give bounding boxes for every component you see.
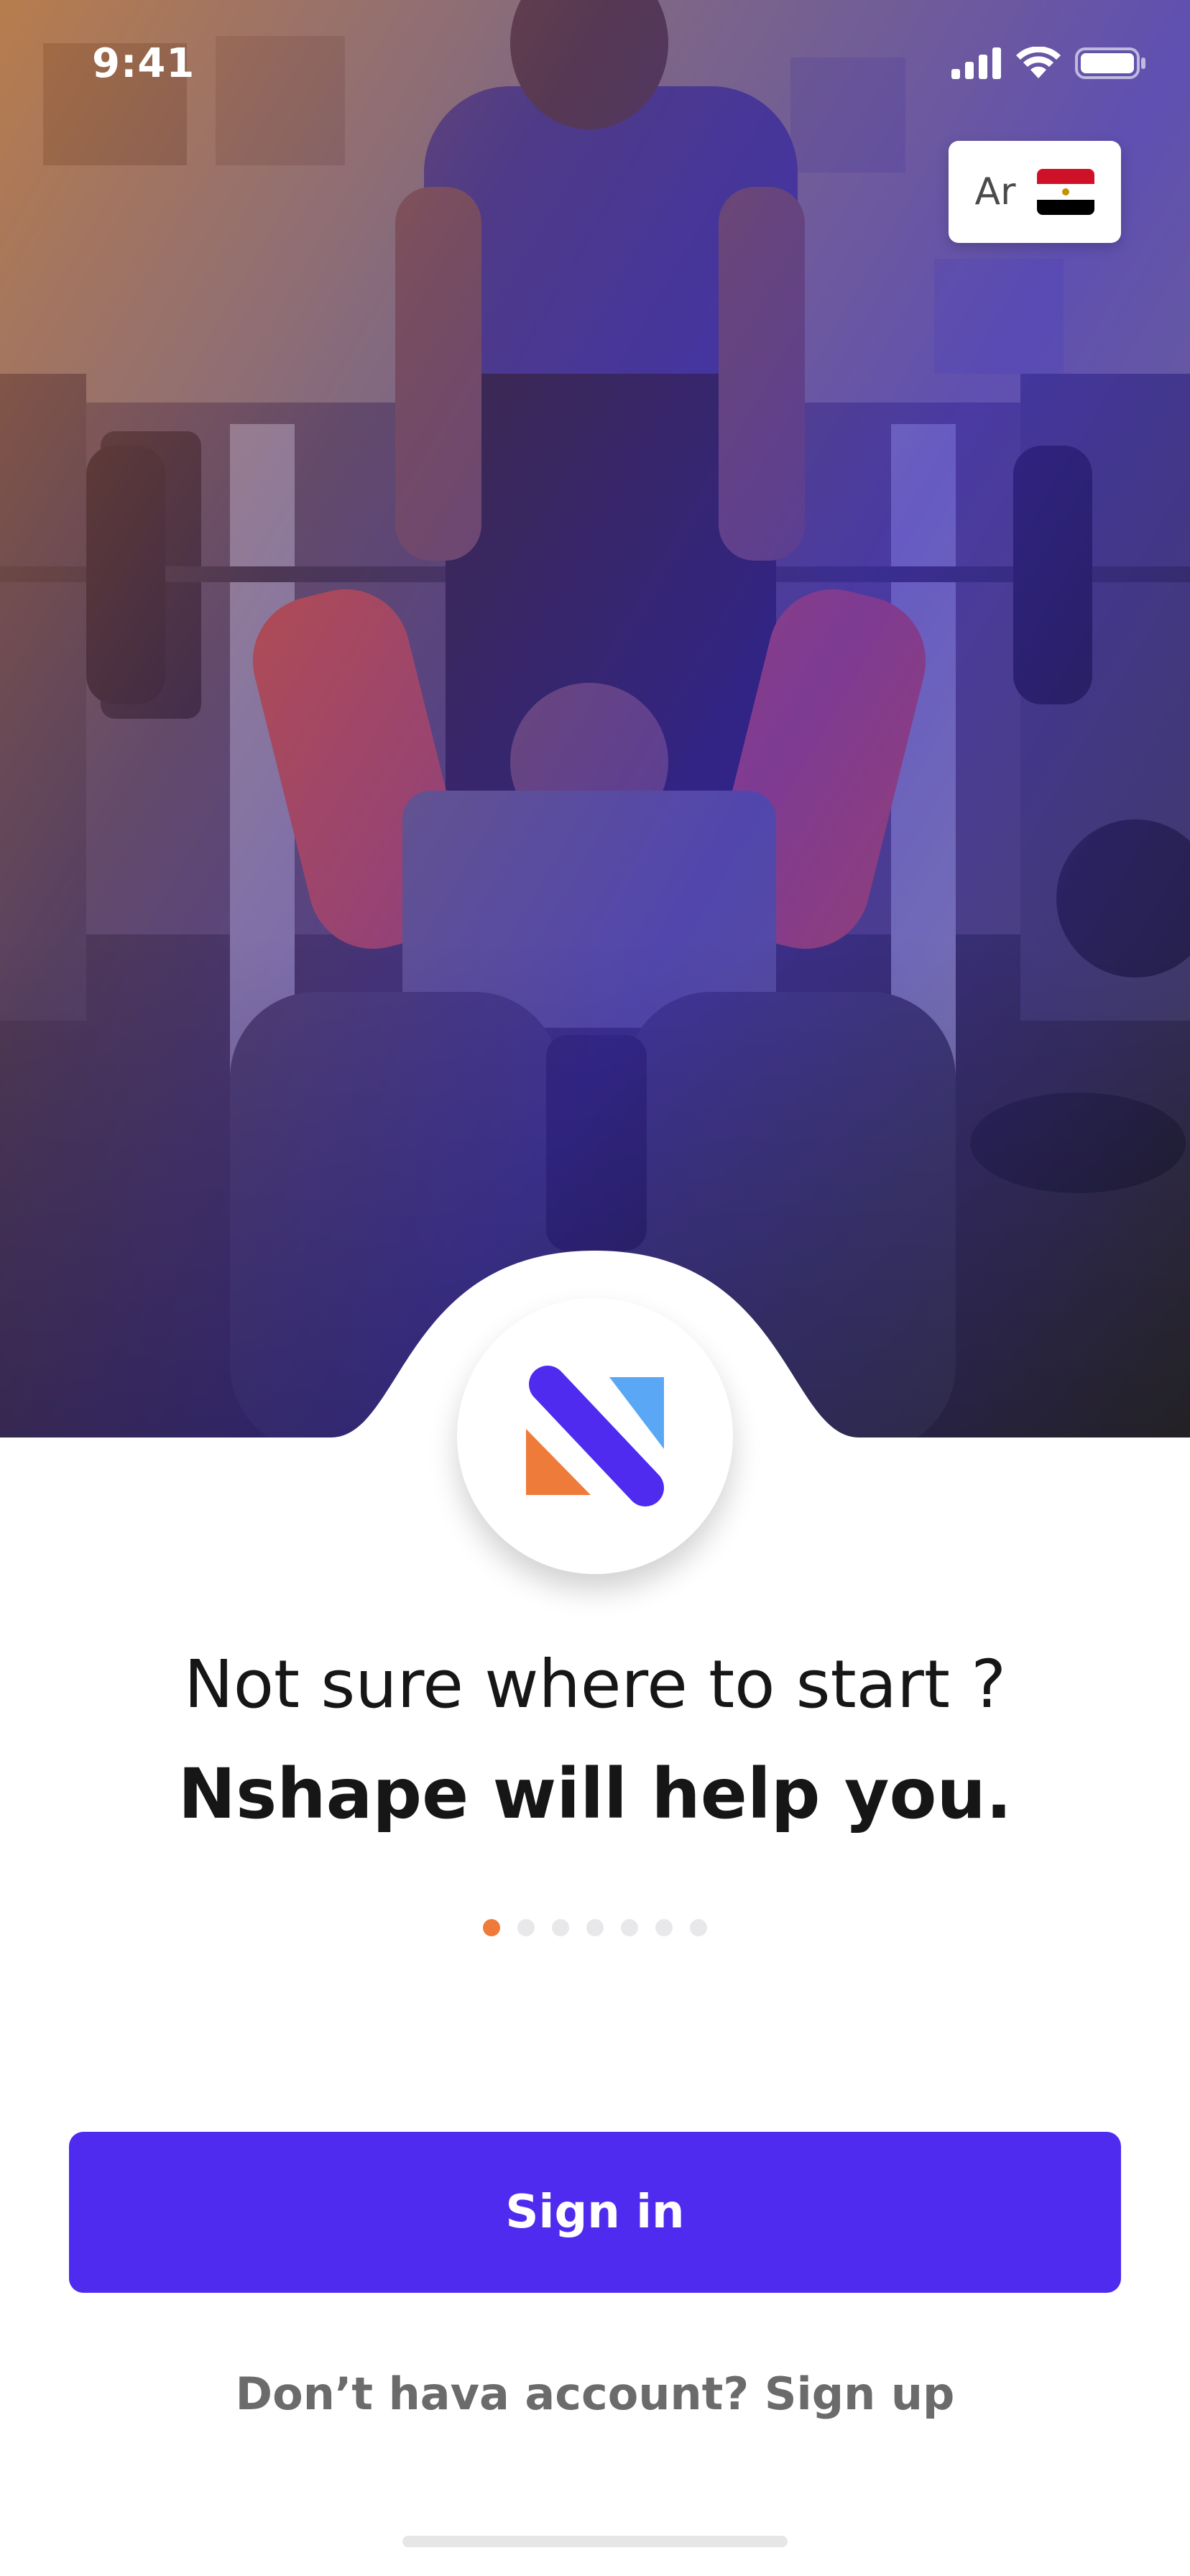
nshape-logo-icon bbox=[526, 1366, 664, 1506]
page-dot-6[interactable] bbox=[655, 1919, 673, 1936]
page-indicator bbox=[0, 1919, 1190, 1936]
signin-button[interactable]: Sign in bbox=[69, 2132, 1121, 2293]
onboarding-subheadline: Nshape will help you. bbox=[177, 1754, 1013, 1834]
home-indicator bbox=[402, 2536, 788, 2547]
wifi-icon bbox=[1016, 47, 1061, 78]
page-dot-3[interactable] bbox=[552, 1919, 569, 1936]
status-time: 9:41 bbox=[92, 40, 195, 87]
language-switch-button[interactable]: Ar bbox=[949, 141, 1121, 243]
battery-icon bbox=[1075, 47, 1145, 79]
page-dot-2[interactable] bbox=[517, 1919, 535, 1936]
signup-link[interactable]: Don’t hava account? Sign up bbox=[0, 2368, 1190, 2420]
page-dot-5[interactable] bbox=[621, 1919, 638, 1936]
app-logo bbox=[457, 1298, 733, 1574]
egypt-flag-icon bbox=[1037, 169, 1095, 215]
page-dot-4[interactable] bbox=[586, 1919, 604, 1936]
signal-icon bbox=[951, 47, 1001, 79]
onboarding-headline: Not sure where to start ? bbox=[183, 1646, 1007, 1723]
status-icons bbox=[951, 46, 1147, 80]
onboarding-screen: 9:41 Ar Not sure where to start ? Nshape… bbox=[0, 0, 1190, 2576]
language-label: Ar bbox=[974, 170, 1016, 213]
page-dot-7[interactable] bbox=[690, 1919, 707, 1936]
page-dot-1[interactable] bbox=[483, 1919, 500, 1936]
